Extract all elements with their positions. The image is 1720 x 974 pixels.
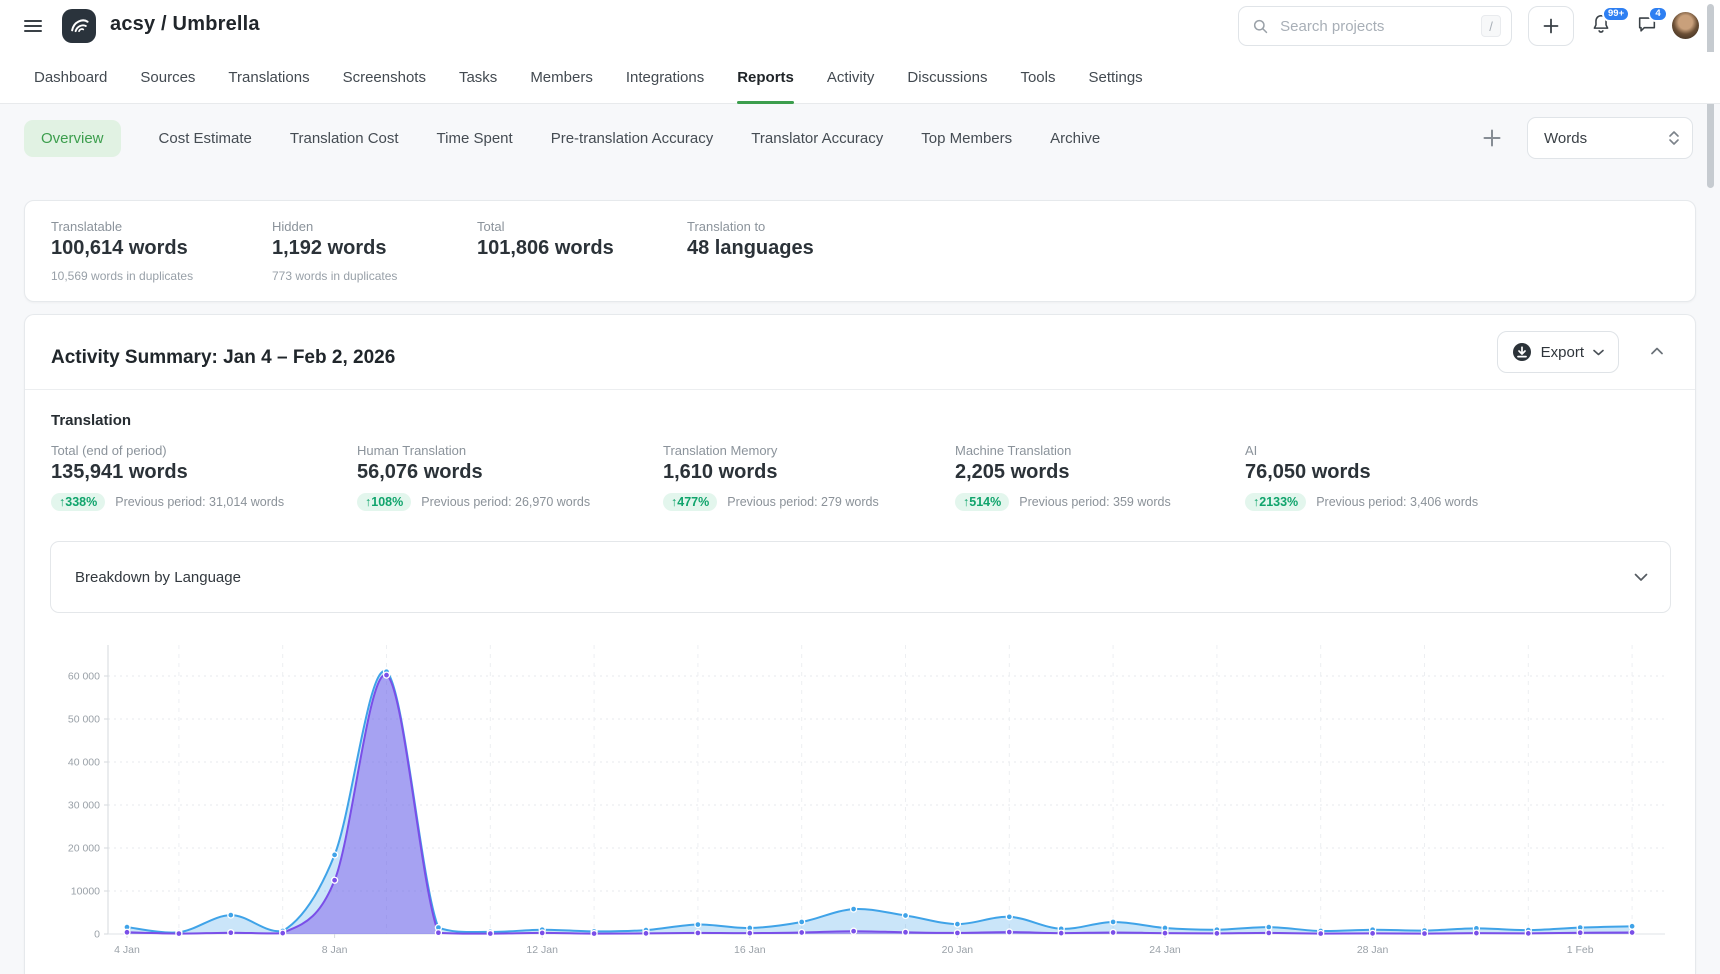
search-box[interactable]: / bbox=[1238, 6, 1512, 46]
app-header: acsy / Umbrella / 99+ bbox=[0, 0, 1720, 104]
nav-tasks[interactable]: Tasks bbox=[459, 52, 497, 103]
top-bar: acsy / Umbrella / 99+ bbox=[0, 0, 1720, 52]
unit-select[interactable]: Words bbox=[1527, 117, 1693, 159]
tab-top-members[interactable]: Top Members bbox=[921, 130, 1012, 147]
notifications-count-badge: 99+ bbox=[1602, 6, 1630, 22]
svg-text:20 000: 20 000 bbox=[68, 843, 100, 855]
svg-text:4 Jan: 4 Jan bbox=[114, 944, 140, 956]
nav-members[interactable]: Members bbox=[530, 52, 593, 103]
unit-select-value: Words bbox=[1544, 130, 1587, 147]
activity-summary-title: Activity Summary: Jan 4 – Feb 2, 2026 bbox=[51, 347, 395, 369]
chevron-down-icon bbox=[1593, 349, 1604, 356]
nav-reports[interactable]: Reports bbox=[737, 52, 794, 103]
nav-tools[interactable]: Tools bbox=[1020, 52, 1055, 103]
svg-text:16 Jan: 16 Jan bbox=[734, 944, 766, 956]
nav-discussions[interactable]: Discussions bbox=[907, 52, 987, 103]
tab-overview[interactable]: Overview bbox=[24, 120, 121, 157]
chevron-up-icon bbox=[1649, 343, 1665, 359]
nav-translations[interactable]: Translations bbox=[228, 52, 309, 103]
svg-text:28 Jan: 28 Jan bbox=[1357, 944, 1389, 956]
word-stats-card: Translatable 100,614 words 10,569 words … bbox=[24, 200, 1696, 302]
svg-text:50 000: 50 000 bbox=[68, 714, 100, 726]
plus-icon bbox=[1482, 128, 1502, 148]
nav-dashboard[interactable]: Dashboard bbox=[34, 52, 107, 103]
search-input[interactable] bbox=[1278, 17, 1481, 36]
plus-icon bbox=[1543, 18, 1559, 34]
download-icon bbox=[1512, 342, 1532, 362]
search-icon bbox=[1253, 18, 1268, 35]
reports-subnav: Overview Cost Estimate Translation Cost … bbox=[0, 104, 1720, 172]
svg-text:20 Jan: 20 Jan bbox=[942, 944, 974, 956]
select-chevrons-icon bbox=[1668, 129, 1680, 147]
breakdown-label: Breakdown by Language bbox=[75, 569, 241, 586]
tab-translation-cost[interactable]: Translation Cost bbox=[290, 130, 399, 147]
chevron-down-icon bbox=[1634, 573, 1648, 582]
export-button[interactable]: Export bbox=[1497, 331, 1619, 373]
nav-activity[interactable]: Activity bbox=[827, 52, 875, 103]
messages-count-badge: 4 bbox=[1648, 6, 1668, 22]
logo-bird-icon bbox=[67, 14, 91, 38]
page-title: acsy / Umbrella bbox=[110, 13, 260, 36]
export-button-label: Export bbox=[1541, 344, 1584, 361]
svg-text:10000: 10000 bbox=[71, 886, 100, 898]
tab-cost-estimate[interactable]: Cost Estimate bbox=[159, 130, 252, 147]
hamburger-menu-icon[interactable] bbox=[24, 17, 42, 35]
svg-text:1 Feb: 1 Feb bbox=[1567, 944, 1594, 956]
activity-summary-card: Activity Summary: Jan 4 – Feb 2, 2026 Ex… bbox=[24, 314, 1696, 974]
user-avatar[interactable] bbox=[1672, 12, 1699, 39]
notifications-button[interactable]: 99+ bbox=[1590, 13, 1616, 39]
activity-chart[interactable]: 60 000 50 000 40 000 30 000 20 000 10000 0 4 Ja… bbox=[25, 631, 1697, 968]
delta-badge: ↑108% bbox=[357, 493, 411, 511]
tab-archive[interactable]: Archive bbox=[1050, 130, 1100, 147]
create-project-button[interactable] bbox=[1528, 6, 1574, 46]
translation-section-title: Translation bbox=[51, 412, 131, 429]
svg-text:8 Jan: 8 Jan bbox=[322, 944, 348, 956]
search-shortcut-key: / bbox=[1481, 15, 1501, 37]
divider bbox=[25, 389, 1695, 390]
svg-text:30 000: 30 000 bbox=[68, 800, 100, 812]
add-report-button[interactable] bbox=[1482, 128, 1502, 148]
breakdown-by-language-toggle[interactable]: Breakdown by Language bbox=[50, 541, 1671, 613]
tab-translator-accuracy[interactable]: Translator Accuracy bbox=[751, 130, 883, 147]
collapse-section-button[interactable] bbox=[1649, 343, 1667, 361]
svg-text:60 000: 60 000 bbox=[68, 671, 100, 683]
nav-sources[interactable]: Sources bbox=[140, 52, 195, 103]
nav-screenshots[interactable]: Screenshots bbox=[343, 52, 426, 103]
nav-settings[interactable]: Settings bbox=[1088, 52, 1142, 103]
project-nav: Dashboard Sources Translations Screensho… bbox=[0, 52, 1720, 104]
tab-pretranslation-accuracy[interactable]: Pre-translation Accuracy bbox=[551, 130, 714, 147]
svg-text:40 000: 40 000 bbox=[68, 757, 100, 769]
nav-integrations[interactable]: Integrations bbox=[626, 52, 704, 103]
messages-button[interactable]: 4 bbox=[1636, 13, 1662, 39]
delta-badge: ↑477% bbox=[663, 493, 717, 511]
delta-badge: ↑2133% bbox=[1245, 493, 1306, 511]
svg-text:12 Jan: 12 Jan bbox=[526, 944, 558, 956]
delta-badge: ↑514% bbox=[955, 493, 1009, 511]
project-logo[interactable] bbox=[62, 9, 96, 43]
delta-badge: ↑338% bbox=[51, 493, 105, 511]
svg-text:0: 0 bbox=[94, 929, 100, 941]
tab-time-spent[interactable]: Time Spent bbox=[437, 130, 513, 147]
svg-text:24 Jan: 24 Jan bbox=[1149, 944, 1181, 956]
